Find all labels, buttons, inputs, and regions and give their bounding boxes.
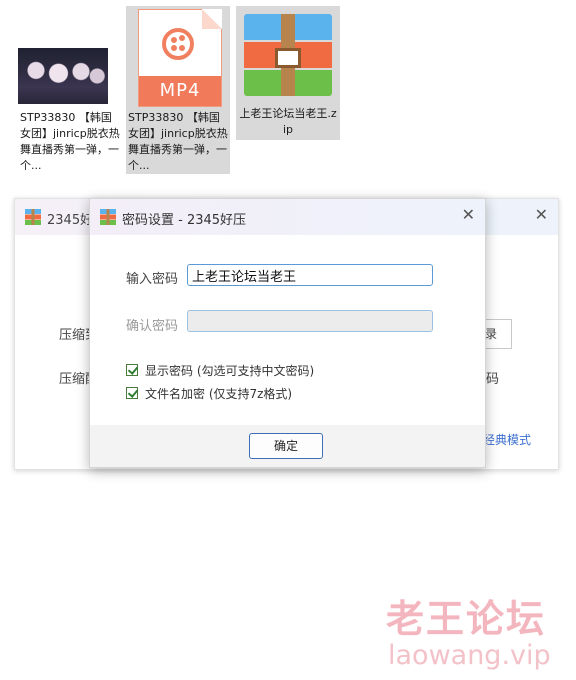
- ok-button[interactable]: 确定: [249, 433, 323, 459]
- password-dialog: 密码设置 - 2345好压 ✕ 输入密码 确认密码 显示密码 (勾选可支持中文密…: [89, 198, 486, 468]
- password-fragment-label: 码: [486, 372, 500, 387]
- mp4-file-icon: MP4: [138, 9, 222, 107]
- dialog-title: 密码设置 - 2345好压: [122, 213, 247, 228]
- dialog-titlebar: 密码设置 - 2345好压 ✕: [90, 199, 485, 235]
- watermark-url: laowang.vip: [388, 640, 551, 671]
- video-thumbnail-image: [18, 48, 108, 104]
- file-item-zip[interactable]: 上老王论坛当老王.zip: [236, 6, 340, 140]
- file-item-mp4[interactable]: MP4 STP33830 【韩国女团】jinricp脱衣热舞直播秀第一弹，一个.…: [126, 6, 230, 174]
- confirm-password-input[interactable]: [187, 310, 433, 332]
- watermark-title: 老王论坛: [386, 597, 547, 641]
- mp4-badge: MP4: [139, 76, 221, 106]
- app-logo-icon: [25, 209, 41, 229]
- password-label: 输入密码: [126, 272, 179, 287]
- zip-archive-icon: [244, 14, 332, 98]
- show-password-label: 显示密码 (勾选可支持中文密码): [145, 364, 315, 378]
- encrypt-filenames-checkbox[interactable]: [126, 387, 138, 399]
- file-caption: 上老王论坛当老王.zip: [239, 107, 337, 136]
- file-caption: STP33830 【韩国女团】jinricp脱衣热舞直播秀第一弹，一个...: [128, 111, 228, 172]
- file-item-video-thumbnail[interactable]: STP33830 【韩国女团】jinricp脱衣热舞直播秀第一弹，一个...: [18, 6, 122, 174]
- app-logo-icon: [100, 209, 116, 229]
- encrypt-filenames-label: 文件名加密 (仅支持7z格式): [145, 387, 293, 401]
- password-input[interactable]: [187, 264, 433, 286]
- close-icon[interactable]: ✕: [462, 205, 475, 224]
- browse-button[interactable]: 录: [485, 319, 512, 349]
- classic-mode-link[interactable]: 经典模式: [483, 431, 531, 448]
- compress-window-title: 2345好: [47, 213, 94, 228]
- file-caption: STP33830 【韩国女团】jinricp脱衣热舞直播秀第一弹，一个...: [20, 111, 120, 172]
- close-icon[interactable]: ✕: [535, 205, 548, 224]
- show-password-checkbox[interactable]: [126, 364, 138, 376]
- confirm-password-label: 确认密码: [126, 319, 179, 334]
